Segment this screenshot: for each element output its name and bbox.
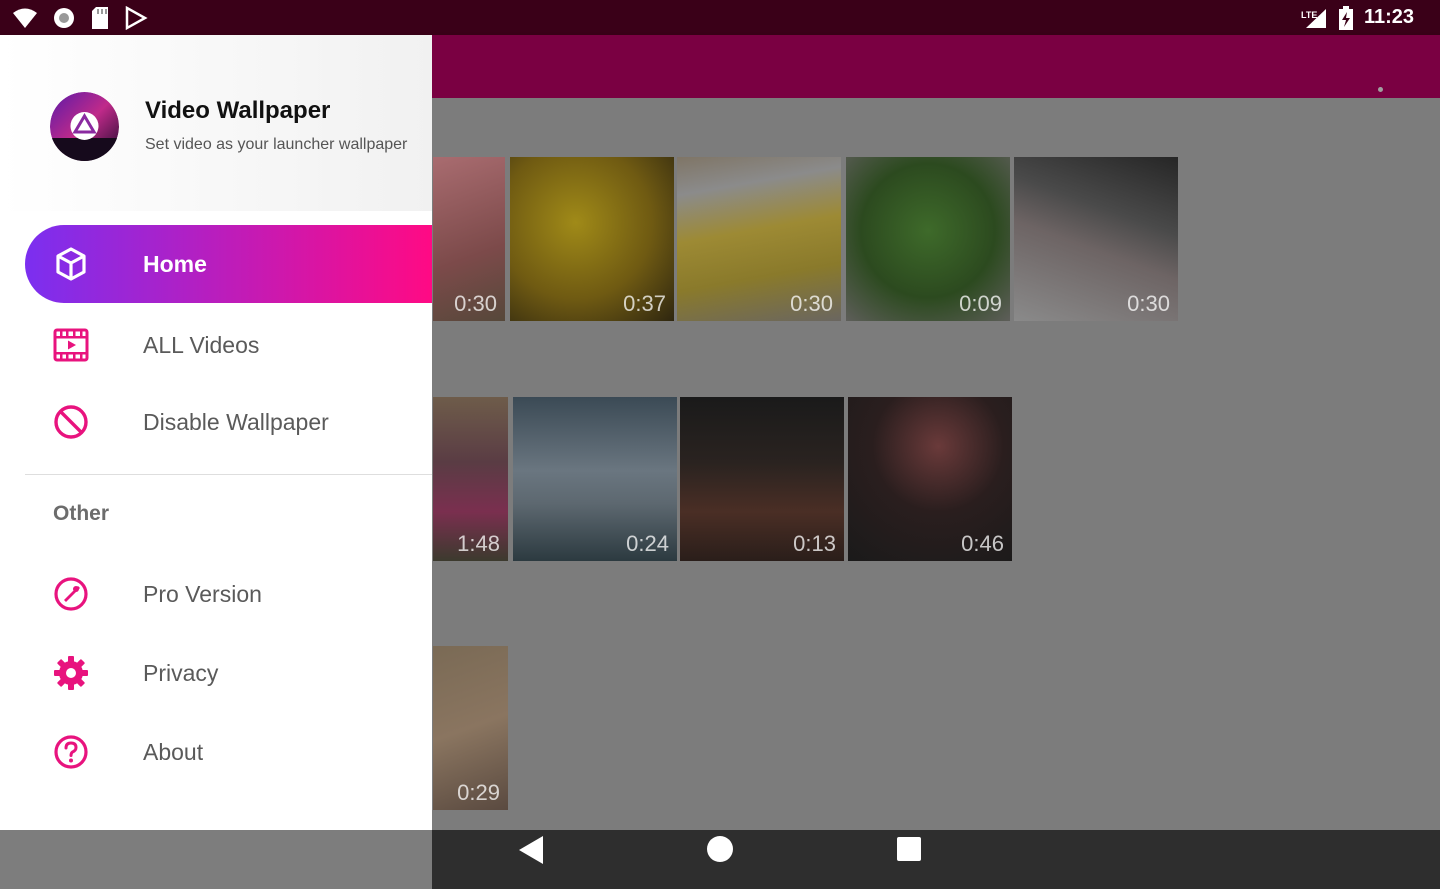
sd-card-icon xyxy=(92,6,108,29)
drawer-divider xyxy=(25,474,432,475)
recents-icon[interactable] xyxy=(896,836,922,862)
block-icon xyxy=(54,405,88,439)
video-duration: 0:29 xyxy=(457,780,500,805)
back-icon[interactable] xyxy=(517,834,545,866)
app-name: Video Wallpaper xyxy=(145,97,331,124)
status-right-icons: LTE 11:23 xyxy=(1300,0,1414,35)
video-thumbnail[interactable]: 0:13 xyxy=(680,397,844,561)
nav-item-label: Disable Wallpaper xyxy=(143,409,329,435)
section-title-other: Other xyxy=(53,502,110,525)
status-left-icons xyxy=(12,0,148,35)
nav-item-pro-version[interactable]: Pro Version xyxy=(25,555,432,633)
nav-item-label: Home xyxy=(143,251,207,277)
home-icon[interactable] xyxy=(705,834,735,864)
nav-item-home[interactable]: Home xyxy=(25,225,432,303)
video-thumbnail[interactable]: 1:48 xyxy=(433,397,508,561)
video-thumbnail[interactable]: 0:09 xyxy=(846,157,1010,321)
nav-item-privacy[interactable]: Privacy xyxy=(25,634,432,712)
video-duration: 0:46 xyxy=(961,531,1004,556)
play-store-icon xyxy=(125,5,148,30)
navigation-drawer: Video Wallpaper Set video as your launch… xyxy=(0,35,432,830)
video-duration: 0:24 xyxy=(626,531,669,556)
video-thumbnail[interactable]: 0:30 xyxy=(677,157,841,321)
help-circle-icon xyxy=(54,735,88,769)
video-duration: 0:37 xyxy=(623,291,666,316)
sync-icon xyxy=(54,7,74,28)
video-duration: 0:30 xyxy=(790,291,833,316)
video-duration: 1:48 xyxy=(457,531,500,556)
video-thumbnail[interactable]: 0:37 xyxy=(510,157,674,321)
nav-item-label: Pro Version xyxy=(143,581,262,607)
video-duration: 0:09 xyxy=(959,291,1002,316)
status-bar: LTE 11:23 xyxy=(0,0,1440,35)
nav-item-label: Privacy xyxy=(143,660,219,686)
video-thumbnail[interactable]: 0:30 xyxy=(1014,157,1178,321)
nav-item-label: ALL Videos xyxy=(143,332,260,358)
film-icon xyxy=(53,328,89,362)
signal-icon: LTE xyxy=(1301,8,1326,28)
gear-icon xyxy=(54,656,88,690)
video-thumbnail[interactable]: 0:30 xyxy=(433,157,505,321)
video-thumbnail[interactable]: 0:29 xyxy=(433,646,508,810)
video-duration: 0:30 xyxy=(454,291,497,316)
status-time: 11:23 xyxy=(1363,6,1414,28)
nav-item-about[interactable]: About xyxy=(25,713,432,791)
svg-text:LTE: LTE xyxy=(1301,10,1317,20)
nav-bar-scrim xyxy=(0,830,432,889)
nav-item-label: About xyxy=(143,739,204,765)
nav-item-all-videos[interactable]: ALL Videos xyxy=(25,306,432,384)
cube-icon xyxy=(56,247,86,281)
video-thumbnail[interactable]: 0:46 xyxy=(848,397,1012,561)
drawer-header: Video Wallpaper Set video as your launch… xyxy=(0,35,432,211)
pro-badge-icon xyxy=(54,577,88,611)
battery-charging-icon xyxy=(1338,5,1353,30)
wifi-icon xyxy=(13,8,37,28)
video-thumbnail[interactable]: 0:24 xyxy=(513,397,677,561)
video-duration: 0:30 xyxy=(1127,291,1170,316)
video-duration: 0:13 xyxy=(793,531,836,556)
nav-item-disable-wallpaper[interactable]: Disable Wallpaper xyxy=(25,383,432,461)
app-tagline: Set video as your launcher wallpaper xyxy=(145,136,408,153)
app-logo xyxy=(50,92,119,161)
